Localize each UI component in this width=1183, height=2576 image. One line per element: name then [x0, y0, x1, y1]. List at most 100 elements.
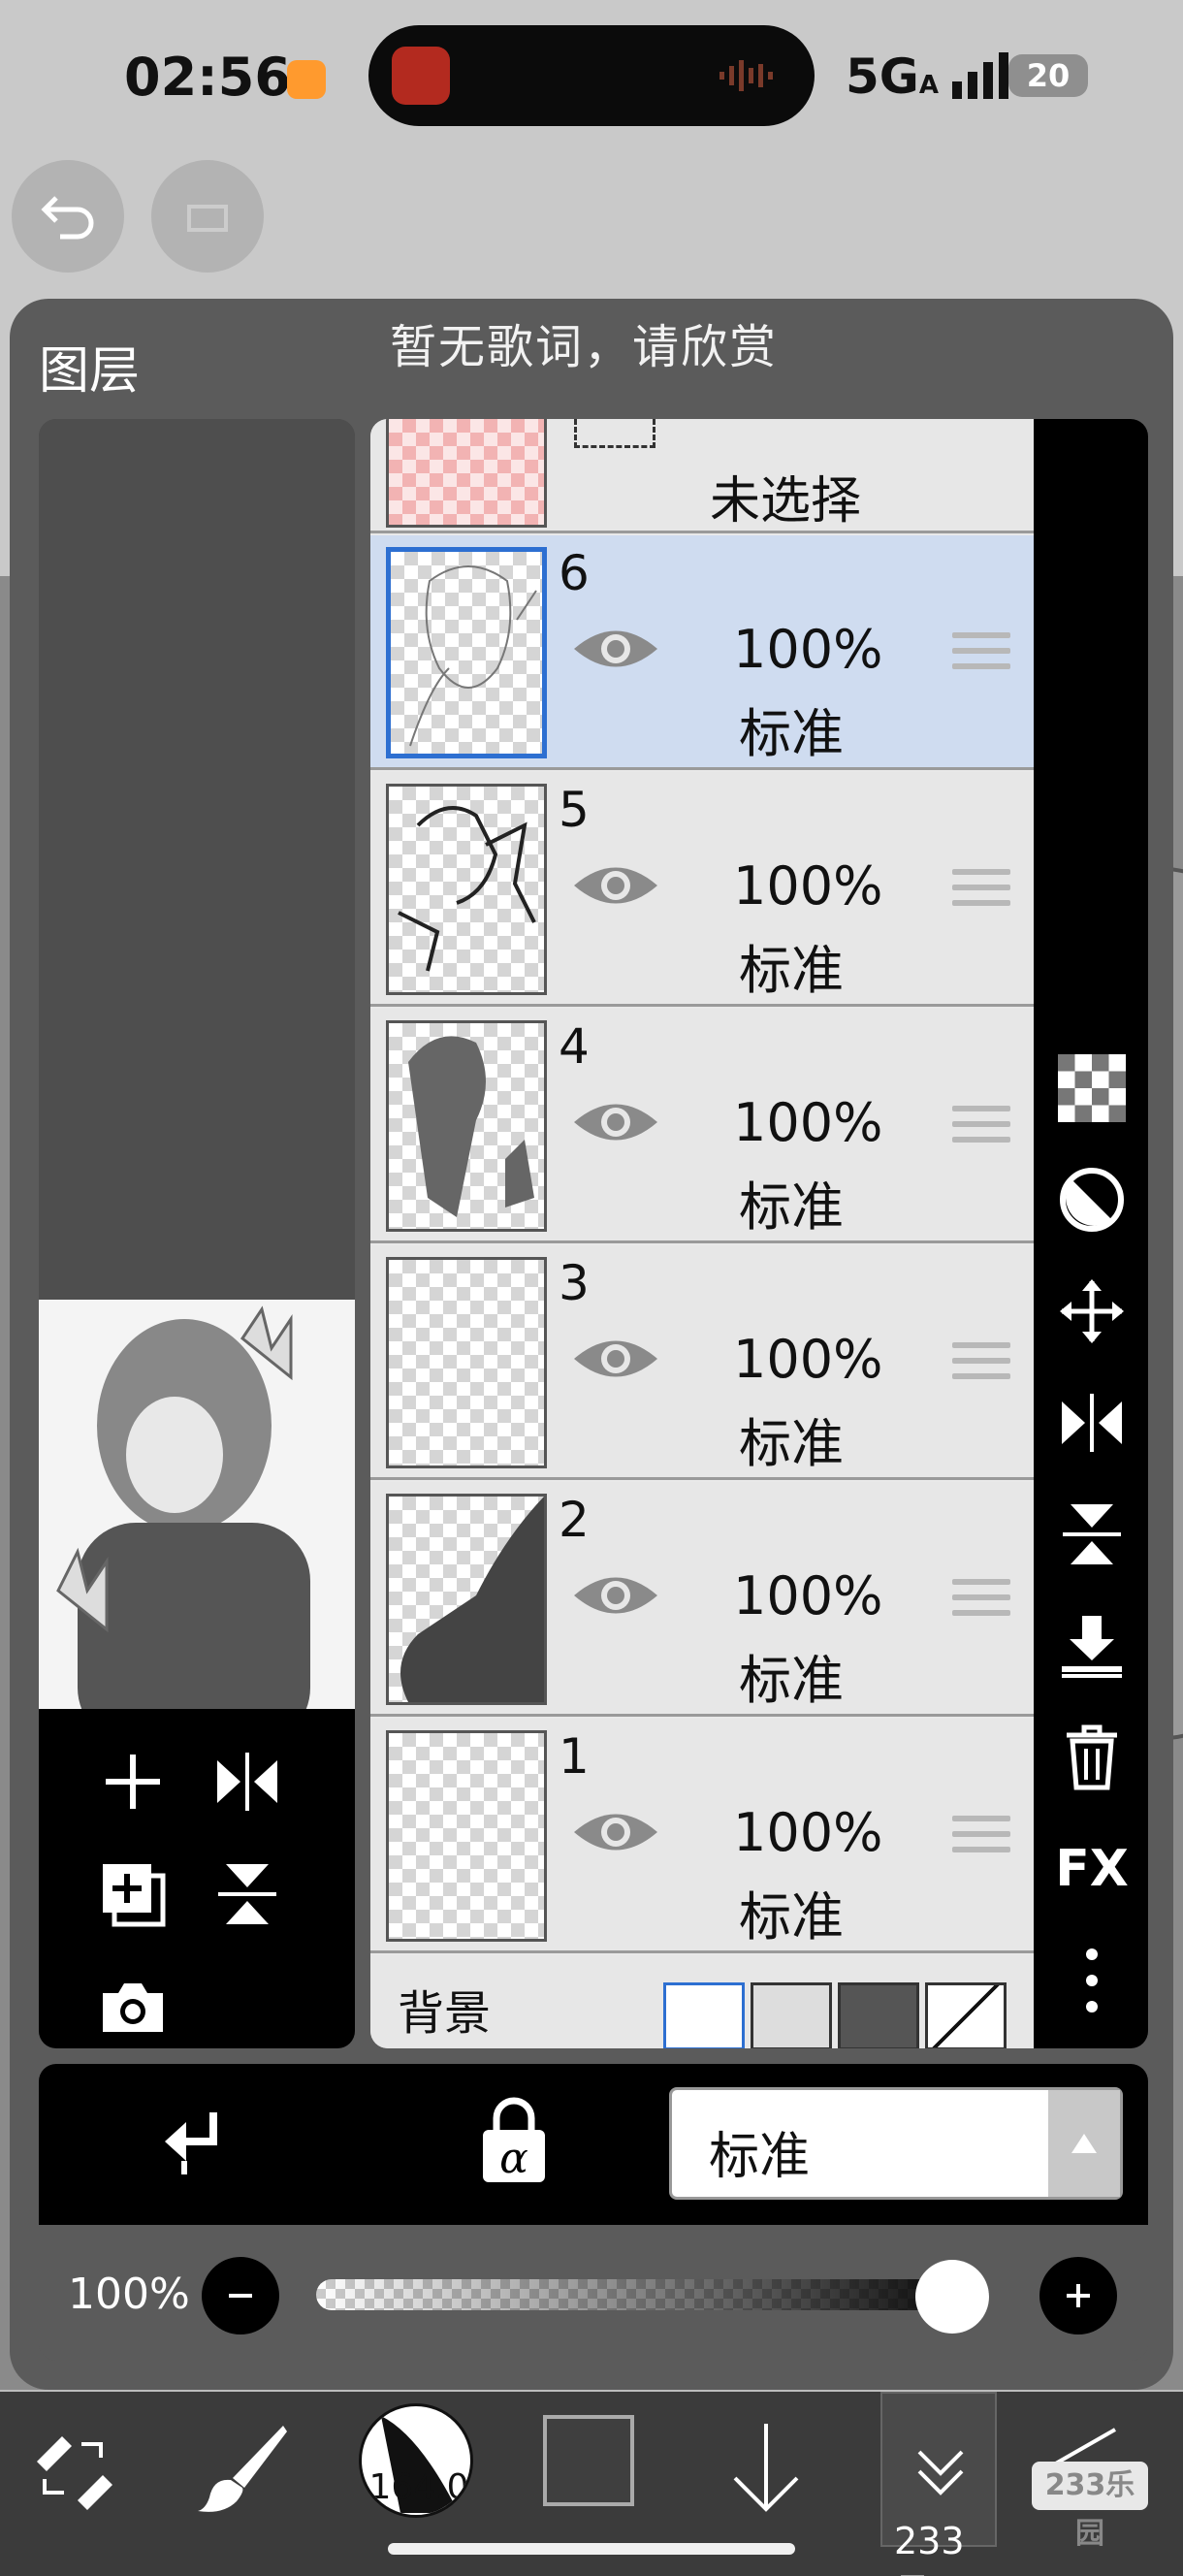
brush-tool-button[interactable]: [184, 2405, 301, 2531]
flip-horizontal-layer-button[interactable]: [1053, 1384, 1131, 1462]
redo-button[interactable]: [151, 160, 264, 273]
flip-vertical-icon: [1063, 1504, 1121, 1564]
background-white-swatch[interactable]: [663, 1982, 745, 2048]
more-vertical-icon: [1086, 1948, 1098, 2012]
trash-icon: [1067, 1724, 1117, 1790]
move-icon: [1060, 1279, 1124, 1343]
layer-blend-mode: 标准: [739, 1886, 844, 1948]
layer-number: 6: [559, 545, 590, 601]
drag-handle-icon[interactable]: [952, 1579, 1010, 1627]
chevron-double-down-icon: [917, 2450, 964, 2496]
signal-icon: [952, 52, 1008, 99]
drag-handle-icon[interactable]: [952, 632, 1010, 681]
flip-horizontal-button[interactable]: [204, 1738, 291, 1825]
background-label: 背景: [398, 1986, 492, 2041]
drag-handle-icon[interactable]: [952, 1342, 1010, 1391]
brush-size-value: 164.0: [368, 2467, 469, 2507]
opacity-increase-button[interactable]: [1039, 2257, 1117, 2334]
duplicate-layer-button[interactable]: [89, 1851, 176, 1938]
flip-vertical-icon: [218, 1864, 276, 1924]
layer-row-1[interactable]: 1 100% 标准: [370, 1719, 1034, 1953]
layer-thumbnail: [386, 1020, 547, 1232]
layer-number: 4: [559, 1018, 590, 1075]
opacity-slider-track[interactable]: [316, 2279, 989, 2310]
layer-blend-mode: 标准: [739, 1413, 844, 1474]
plus-icon: [106, 1755, 160, 1809]
layer-thumbnail: [386, 1494, 547, 1705]
flip-vertical-layer-button[interactable]: [1053, 1496, 1131, 1573]
battery-indicator: 20: [1008, 54, 1088, 97]
selection-marquee-icon: [574, 419, 655, 448]
visibility-eye-icon[interactable]: [570, 1567, 661, 1624]
layer-down-button[interactable]: [718, 2405, 815, 2531]
delete-layer-button[interactable]: [1053, 1719, 1131, 1796]
drag-handle-icon[interactable]: [952, 1816, 1010, 1864]
audio-wave-icon: [719, 60, 773, 91]
opacity-slider-thumb[interactable]: [915, 2260, 989, 2334]
background-dark-swatch[interactable]: [838, 1982, 919, 2048]
visibility-eye-icon[interactable]: [570, 621, 661, 677]
transparency-lock-button[interactable]: [1053, 1049, 1131, 1127]
visibility-eye-icon[interactable]: [570, 1331, 661, 1387]
layer-opacity: 100%: [733, 1565, 883, 1626]
layer-row-3[interactable]: 3 100% 标准: [370, 1245, 1034, 1480]
watermark-logo: 233乐园: [1032, 2462, 1148, 2551]
dynamic-island[interactable]: [368, 25, 815, 126]
layer-number: 1: [559, 1728, 590, 1785]
svg-text:α: α: [499, 2134, 528, 2183]
visibility-eye-icon[interactable]: [570, 1804, 661, 1860]
layer-opacity: 100%: [733, 855, 883, 917]
tool-switch-button[interactable]: [19, 2405, 126, 2531]
redo-icon: [187, 205, 228, 232]
alpha-lock-icon: α: [483, 2097, 545, 2183]
network-label: 5GA: [846, 48, 939, 105]
brush-size-indicator[interactable]: 164.0: [359, 2403, 473, 2518]
clipping-button[interactable]: [155, 2103, 233, 2184]
move-layer-button[interactable]: [1053, 1272, 1131, 1350]
add-layer-button[interactable]: [89, 1738, 176, 1825]
invert-button[interactable]: [1053, 1161, 1131, 1239]
merge-down-button[interactable]: [1053, 1607, 1131, 1685]
layer-opacity: 100%: [733, 619, 883, 680]
fx-button[interactable]: FX: [1053, 1830, 1131, 1908]
layer-preview-column: [39, 419, 355, 2048]
layer-opacity: 100%: [733, 1092, 883, 1153]
network-type: 5G: [846, 48, 919, 105]
background-none-swatch[interactable]: [925, 1982, 1007, 2048]
merge-down-icon: [1062, 1616, 1122, 1678]
camera-import-button[interactable]: [89, 1963, 176, 2048]
watermark-id: 233号:98266922: [894, 2520, 1131, 2576]
status-time: 02:56: [124, 47, 291, 108]
selection-layer-row[interactable]: 未选择: [370, 419, 1034, 533]
opacity-label: 100%: [68, 2270, 190, 2319]
visibility-eye-icon[interactable]: [570, 857, 661, 914]
drag-handle-icon[interactable]: [952, 1106, 1010, 1154]
background-transparent-swatch[interactable]: [751, 1982, 832, 2048]
background-layer-row[interactable]: 背景: [370, 1955, 1034, 2048]
dropdown-arrow-icon[interactable]: [1048, 2090, 1120, 2197]
alpha-lock-button[interactable]: α: [475, 2097, 553, 2188]
home-indicator[interactable]: [388, 2543, 795, 2555]
camera-icon: [103, 1983, 163, 2032]
layer-row-5[interactable]: 5 100% 标准: [370, 772, 1034, 1007]
layer-number: 3: [559, 1255, 590, 1311]
flip-vertical-button[interactable]: [204, 1851, 291, 1938]
layer-row-6[interactable]: 6 100% 标准: [370, 535, 1034, 770]
status-bar: 02:56 5GA 20: [0, 0, 1183, 155]
undo-button[interactable]: [12, 160, 124, 273]
preview-toolbox: [39, 1709, 355, 2048]
drag-handle-icon[interactable]: [952, 869, 1010, 918]
layer-row-2[interactable]: 2 100% 标准: [370, 1482, 1034, 1717]
blend-mode-select[interactable]: 标准: [669, 2087, 1123, 2200]
color-swatch[interactable]: [543, 2415, 634, 2506]
more-options-button[interactable]: [1053, 1942, 1131, 2019]
layer-row-4[interactable]: 4 100% 标准: [370, 1009, 1034, 1243]
layer-thumbnail: [386, 547, 547, 758]
visibility-eye-icon[interactable]: [570, 1094, 661, 1150]
duplicate-icon: [103, 1864, 166, 1927]
canvas-preview-thumbnail[interactable]: [39, 1300, 355, 1740]
opacity-decrease-button[interactable]: [202, 2257, 279, 2334]
layer-list[interactable]: 未选择 6 100% 标准 5 100% 标准 4 100% 标准 3 100%…: [370, 419, 1034, 2048]
notification-badge-icon: [287, 60, 326, 99]
minus-icon: [229, 2294, 252, 2298]
